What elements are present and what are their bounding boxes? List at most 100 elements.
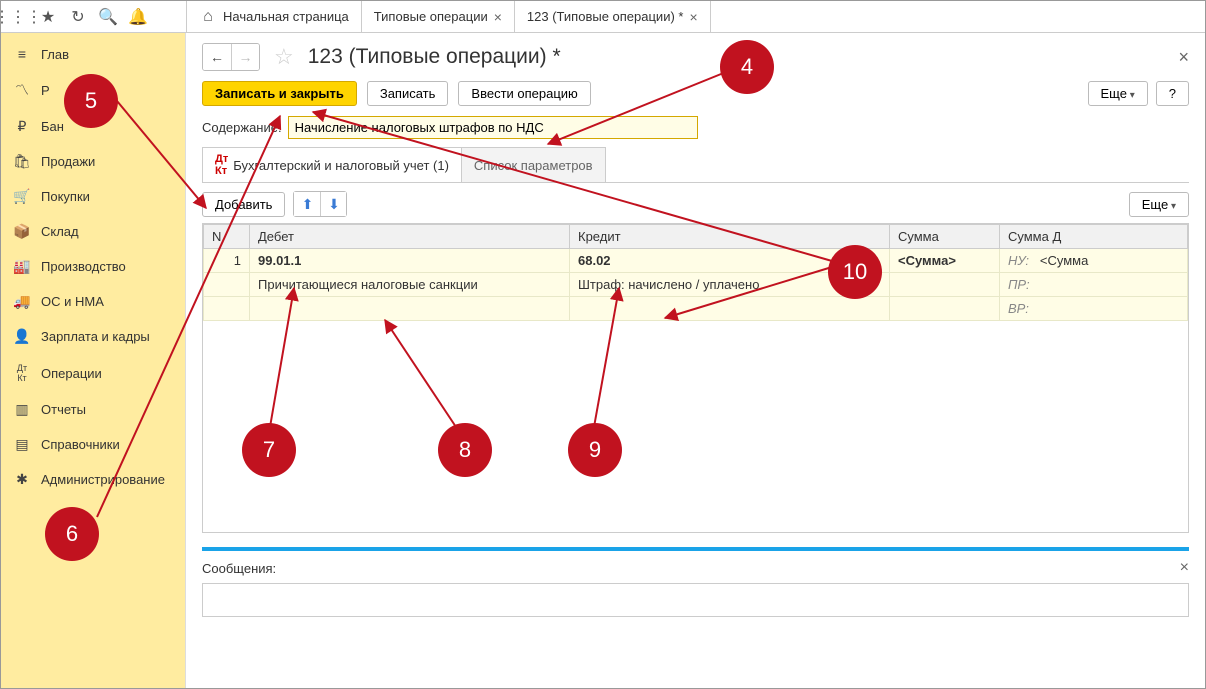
chart-icon: ▥ (13, 401, 31, 418)
sidebar-item-label: Отчеты (41, 402, 86, 417)
grid-toolbar: Добавить ⬆ ⬇ Еще (202, 191, 1189, 217)
close-page-icon[interactable]: × (1178, 47, 1189, 68)
cell-pr: ПР: (1000, 273, 1188, 297)
table-row[interactable]: Причитающиеся налоговые санкции Штраф: н… (204, 273, 1188, 297)
content: ← → ☆ 123 (Типовые операции) * × Записат… (186, 33, 1205, 688)
grid[interactable]: N Дебет Кредит Сумма Сумма Д 1 99.01.1 6… (202, 223, 1189, 533)
sidebar-item-label: Бан (41, 119, 64, 134)
topbar: ⋮⋮⋮ ★ ↻ 🔍 🔔 ⌂ Начальная страница Типовые… (1, 1, 1205, 33)
tab-label: Список параметров (474, 158, 593, 173)
more-button[interactable]: Еще (1088, 81, 1148, 106)
col-n[interactable]: N (204, 225, 250, 249)
cell-nu: НУ: <Сумма (1000, 249, 1188, 273)
close-icon[interactable]: × (689, 9, 697, 25)
menu-icon: ≡ (13, 46, 31, 62)
tab-label: Типовые операции (374, 9, 488, 24)
books-icon: ▤ (13, 436, 31, 453)
sidebar-item-salary[interactable]: 👤 Зарплата и кадры (1, 319, 185, 354)
nav-buttons: ← → (202, 43, 260, 71)
move-down-button[interactable]: ⬇ (320, 192, 346, 216)
forward-button[interactable]: → (231, 44, 259, 70)
search-icon[interactable]: 🔍 (99, 8, 117, 26)
content-input[interactable] (288, 116, 698, 139)
table-row[interactable]: ВР: (204, 297, 1188, 321)
messages-label: Сообщения: (202, 561, 276, 576)
dtkt-icon: ДтКт (215, 153, 228, 177)
sidebar-item-label: Склад (41, 224, 79, 239)
sidebar-item-os-nma[interactable]: 🚚 ОС и НМА (1, 284, 185, 319)
home-icon: ⌂ (199, 8, 217, 26)
tab-doc-123[interactable]: 123 (Типовые операции) * × (515, 1, 711, 33)
sidebar-item-r[interactable]: 〽Р (1, 71, 185, 109)
sidebar-item-references[interactable]: ▤ Справочники (1, 427, 185, 462)
messages-close-icon[interactable]: × (1180, 559, 1189, 577)
favorite-icon[interactable]: ☆ (274, 44, 294, 70)
grid-header-row: N Дебет Кредит Сумма Сумма Д (204, 225, 1188, 249)
sidebar-item-label: Р (41, 83, 50, 98)
trend-icon: 〽 (13, 80, 31, 100)
move-up-button[interactable]: ⬆ (294, 192, 320, 216)
cell-credit-desc: Штраф: начислено / уплачено (570, 273, 890, 297)
person-icon: 👤 (13, 328, 31, 345)
apps-icon[interactable]: ⋮⋮⋮ (9, 8, 27, 26)
tab-home[interactable]: ⌂ Начальная страница (187, 1, 362, 33)
cart-icon: 🛒 (13, 188, 31, 205)
sidebar-item-label: Глав (41, 47, 69, 62)
content-label: Содержание: (202, 120, 282, 135)
page-title: 123 (Типовые операции) * (308, 45, 561, 69)
sidebar-item-operations[interactable]: ДтКтОперации (1, 354, 185, 392)
tab-params[interactable]: Список параметров (461, 147, 606, 182)
tab-label: 123 (Типовые операции) * (527, 9, 684, 24)
table-row[interactable]: 1 99.01.1 68.02 <Сумма> НУ: <Сумма (204, 249, 1188, 273)
sidebar-item-label: Продажи (41, 154, 95, 169)
sidebar-item-label: Зарплата и кадры (41, 329, 150, 344)
cell-debit-account: 99.01.1 (250, 249, 570, 273)
sidebar-item-label: Администрирование (41, 472, 165, 487)
cell-vr: ВР: (1000, 297, 1188, 321)
back-button[interactable]: ← (203, 44, 231, 70)
help-button[interactable]: ? (1156, 81, 1189, 106)
save-close-button[interactable]: Записать и закрыть (202, 81, 357, 106)
sidebar-item-sales[interactable]: 🛍 Продажи (1, 144, 185, 179)
tab-accounting[interactable]: ДтКт Бухгалтерский и налоговый учет (1) (202, 147, 462, 182)
sidebar-item-purchases[interactable]: 🛒Покупки (1, 179, 185, 214)
sidebar-item-bank[interactable]: ₽ Бан (1, 109, 185, 144)
star-icon[interactable]: ★ (39, 8, 57, 26)
messages-bar: Сообщения: × (202, 547, 1189, 577)
content-row: Содержание: (202, 116, 1189, 139)
sidebar-item-reports[interactable]: ▥ Отчеты (1, 392, 185, 427)
messages-body (202, 583, 1189, 617)
bell-icon[interactable]: 🔔 (129, 8, 147, 26)
box-icon: 📦 (13, 223, 31, 240)
history-icon[interactable]: ↻ (69, 8, 87, 26)
sidebar-item-main[interactable]: ≡ Глав (1, 37, 185, 71)
sidebar-item-label: ОС и НМА (41, 294, 104, 309)
tab-typical-ops[interactable]: Типовые операции × (362, 1, 515, 33)
grid-more-button[interactable]: Еще (1129, 192, 1189, 217)
topbar-icons: ⋮⋮⋮ ★ ↻ 🔍 🔔 (1, 8, 186, 26)
factory-icon: 🏭 (13, 258, 31, 275)
truck-icon: 🚚 (13, 293, 31, 310)
save-button[interactable]: Записать (367, 81, 449, 106)
col-debit[interactable]: Дебет (250, 225, 570, 249)
cell-n: 1 (204, 249, 250, 273)
inner-tabs: ДтКт Бухгалтерский и налоговый учет (1) … (202, 147, 1189, 183)
sidebar-item-label: Справочники (41, 437, 120, 452)
enter-operation-button[interactable]: Ввести операцию (458, 81, 590, 106)
col-sum[interactable]: Сумма (890, 225, 1000, 249)
sidebar-item-production[interactable]: 🏭Производство (1, 249, 185, 284)
cell-credit-account: 68.02 (570, 249, 890, 273)
dtkt-icon: ДтКт (13, 363, 31, 383)
tabstrip: ⌂ Начальная страница Типовые операции × … (186, 1, 1205, 33)
bag-icon: 🛍 (13, 153, 31, 170)
add-button[interactable]: Добавить (202, 192, 285, 217)
ruble-icon: ₽ (13, 118, 31, 135)
sidebar-item-warehouse[interactable]: 📦 Склад (1, 214, 185, 249)
actionbar: Записать и закрыть Записать Ввести опера… (202, 81, 1189, 106)
close-icon[interactable]: × (494, 9, 502, 25)
sidebar-item-admin[interactable]: ✱ Администрирование (1, 462, 185, 497)
col-sum-d[interactable]: Сумма Д (1000, 225, 1188, 249)
col-credit[interactable]: Кредит (570, 225, 890, 249)
cell-sum: <Сумма> (890, 249, 1000, 273)
gear-icon: ✱ (13, 471, 31, 488)
